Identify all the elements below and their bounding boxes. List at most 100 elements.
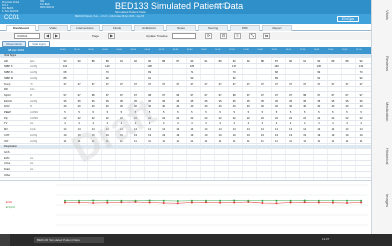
data-point-spo2[interactable] (247, 199, 250, 202)
table-cell[interactable]: 14 (270, 128, 284, 132)
data-point-spo2[interactable] (78, 199, 81, 202)
data-point-spo2[interactable] (317, 199, 320, 202)
table-cell[interactable]: 11 (157, 140, 171, 144)
table-cell[interactable]: 19 (185, 134, 199, 138)
table-cell[interactable]: 5 (213, 111, 227, 115)
table-cell[interactable]: 22 (255, 117, 269, 121)
table-cell[interactable]: 5 (312, 111, 326, 115)
table-cell[interactable]: 5 (157, 111, 171, 115)
table-cell[interactable]: 97 (340, 94, 354, 98)
table-cell[interactable]: 19 (199, 134, 213, 138)
table-cell[interactable]: 11 (284, 140, 298, 144)
data-point-spo2[interactable] (162, 199, 165, 202)
table-cell[interactable]: 90 (185, 77, 199, 81)
range-select[interactable]: CGRH1 (14, 33, 40, 39)
table-cell[interactable]: 92 (227, 77, 241, 81)
table-cell[interactable]: 35 (227, 100, 241, 104)
ehgps-button[interactable]: EhGps (337, 16, 359, 22)
table-cell[interactable]: 97 (241, 94, 255, 98)
data-point-hr[interactable] (64, 201, 66, 204)
table-cell[interactable]: 40 (100, 105, 114, 109)
table-cell[interactable]: 98 (227, 94, 241, 98)
table-cell[interactable]: 5 (255, 111, 269, 115)
table-cell[interactable]: 5 (340, 111, 354, 115)
table-cell[interactable]: 5 (86, 111, 100, 115)
table-cell[interactable]: 19 (298, 134, 312, 138)
table-cell[interactable]: 19 (72, 134, 86, 138)
table-cell[interactable]: 87 (171, 60, 185, 64)
table-cell[interactable]: 22 (171, 117, 185, 121)
table-cell[interactable]: 19 (129, 134, 143, 138)
table-cell[interactable]: 4 (213, 122, 227, 126)
table-cell[interactable]: 40 (326, 105, 340, 109)
table-cell[interactable]: 22 (227, 117, 241, 121)
table-cell[interactable]: 14 (241, 128, 255, 132)
swap-icon[interactable]: ⇆ (263, 33, 270, 39)
table-cell[interactable]: 11 (185, 140, 199, 144)
table-cell[interactable]: 35 (129, 100, 143, 104)
table-cell[interactable]: 4 (326, 122, 340, 126)
table-cell[interactable]: 4 (86, 122, 100, 126)
data-point-hr[interactable] (289, 201, 292, 204)
table-cell[interactable]: 11 (298, 140, 312, 144)
data-point-spo2[interactable] (261, 199, 264, 202)
table-cell[interactable]: 22 (100, 117, 114, 121)
table-cell[interactable]: 37 (185, 83, 199, 87)
side-tab-images[interactable]: Images (376, 194, 390, 207)
table-cell[interactable]: 22 (241, 117, 255, 121)
table-cell[interactable]: 97 (100, 94, 114, 98)
table-cell[interactable]: 37 (199, 83, 213, 87)
table-cell[interactable]: 97 (213, 94, 227, 98)
table-cell[interactable]: 5 (143, 111, 157, 115)
table-cell[interactable]: 19 (58, 134, 72, 138)
data-point-hr[interactable] (303, 201, 306, 204)
table-cell[interactable]: 71 (185, 71, 199, 75)
data-point-hr[interactable] (176, 202, 179, 205)
table-cell[interactable]: 11 (199, 140, 213, 144)
table-cell[interactable]: 22 (129, 117, 143, 121)
table-cell[interactable]: 92 (100, 77, 114, 81)
table-cell[interactable]: 90 (72, 60, 86, 64)
table-cell[interactable]: 19 (270, 134, 284, 138)
table-cell[interactable]: 11 (100, 140, 114, 144)
tab-fluids[interactable]: Fluids (102, 25, 132, 31)
tab-interventions[interactable]: Interventions (70, 25, 100, 31)
table-cell[interactable]: 37 (58, 83, 72, 87)
table-cell[interactable]: 35 (340, 100, 354, 104)
table-cell[interactable]: 14 (255, 128, 269, 132)
table-cell[interactable]: 136 (312, 65, 326, 69)
table-cell[interactable]: 91 (114, 60, 128, 64)
table-cell[interactable]: 14 (86, 128, 100, 132)
table-cell[interactable]: 19 (326, 134, 340, 138)
table-cell[interactable]: 40 (185, 105, 199, 109)
table-cell[interactable]: 92 (241, 60, 255, 64)
table-cell[interactable]: 19 (340, 134, 354, 138)
table-cell[interactable]: 37 (171, 83, 185, 87)
table-cell[interactable]: 22 (312, 117, 326, 121)
table-cell[interactable]: 14 (114, 128, 128, 132)
data-point-spo2[interactable] (360, 199, 363, 202)
table-cell[interactable]: 22 (185, 117, 199, 121)
table-cell[interactable]: 14 (227, 128, 241, 132)
table-cell[interactable]: 11 (72, 140, 86, 144)
table-cell[interactable]: 97 (354, 94, 368, 98)
table-cell[interactable]: 97 (270, 94, 284, 98)
table-cell[interactable]: 11 (227, 140, 241, 144)
table-cell[interactable]: 40 (270, 105, 284, 109)
table-cell[interactable]: 40 (354, 105, 368, 109)
table-cell[interactable]: 14 (340, 128, 354, 132)
table-cell[interactable]: 5 (72, 111, 86, 115)
table-cell[interactable]: 5 (284, 111, 298, 115)
table-cell[interactable]: 22 (326, 117, 340, 121)
table-cell[interactable]: 40 (241, 105, 255, 109)
table-cell[interactable]: 5 (298, 111, 312, 115)
table-cell[interactable]: 35 (157, 100, 171, 104)
table-cell[interactable]: 40 (227, 105, 241, 109)
table-cell[interactable]: 88 (340, 60, 354, 64)
table-cell[interactable]: 19 (114, 134, 128, 138)
table-cell[interactable]: 5 (227, 111, 241, 115)
table-cell[interactable]: 4 (241, 122, 255, 126)
table-cell[interactable]: 5 (241, 111, 255, 115)
side-tab-reviews[interactable]: Reviews (376, 56, 390, 71)
table-cell[interactable]: 40 (114, 105, 128, 109)
